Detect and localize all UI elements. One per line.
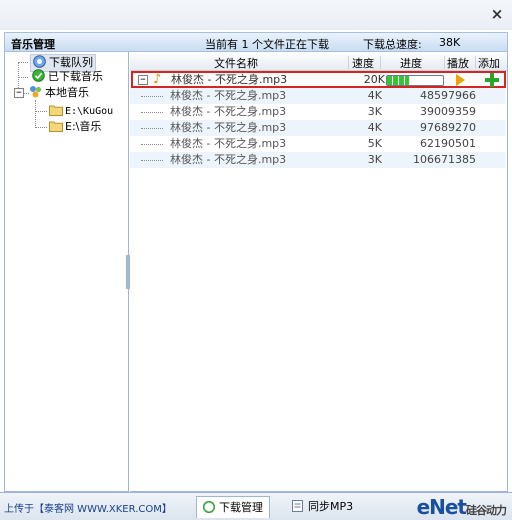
source-progress: 48597966 [420, 89, 476, 102]
source-row[interactable]: 林俊杰 - 不死之身.mp3 3K 106671385 [130, 152, 505, 168]
collapse-toggle[interactable]: − [14, 88, 24, 98]
source-speed: 3K [367, 105, 382, 118]
sidebar-item-kugou-folder[interactable]: E:\KuGou [49, 103, 113, 119]
play-icon[interactable] [456, 74, 465, 86]
column-filename[interactable]: 文件名称 [214, 55, 258, 71]
download-list: 文件名称 速度 进度 播放 添加 − ♪ 林俊杰 - 不死之身.mp3 20K … [130, 52, 508, 492]
collapse-toggle[interactable]: − [138, 75, 148, 85]
column-header: 文件名称 速度 进度 播放 添加 [130, 54, 507, 71]
tab-label: 同步MP3 [308, 500, 354, 513]
source-filename: 林俊杰 - 不死之身.mp3 [170, 89, 287, 102]
bottom-bar: 上传于【泰客网 WWW.XKER.COM】 下载管理 同步MP3 eNet硅谷动… [0, 492, 512, 520]
sidebar-item-label: 本地音乐 [45, 86, 89, 99]
source-speed: 5K [367, 137, 382, 150]
source-progress: 97689270 [420, 121, 476, 134]
source-row[interactable]: 林俊杰 - 不死之身.mp3 4K 48597966 [130, 88, 505, 104]
title-bar: × [0, 0, 512, 30]
sync-mp3-icon [292, 498, 304, 512]
brand-logo: eNet硅谷动力 [416, 495, 507, 519]
sidebar-tree: − 下载队列 已下载音乐 本地音乐 E:\KuGou E:\音乐 [4, 52, 129, 492]
sidebar-item-label: E:\KuGou [65, 106, 114, 117]
source-progress: 39009359 [420, 105, 476, 118]
local-music-icon [29, 85, 42, 98]
task-speed: 20K [363, 73, 385, 86]
download-status-text: 当前有 1 个文件正在下载 [205, 38, 329, 51]
source-progress: 62190501 [420, 137, 476, 150]
source-progress: 106671385 [413, 153, 476, 166]
source-filename: 林俊杰 - 不死之身.mp3 [170, 105, 287, 118]
close-icon[interactable]: × [489, 6, 505, 22]
source-row[interactable]: 林俊杰 - 不死之身.mp3 4K 97689270 [130, 120, 505, 136]
add-icon[interactable] [485, 73, 499, 87]
source-row[interactable]: 林俊杰 - 不死之身.mp3 5K 62190501 [130, 136, 505, 152]
source-filename: 林俊杰 - 不死之身.mp3 [170, 153, 287, 166]
sidebar-item-music-folder[interactable]: E:\音乐 [49, 119, 101, 135]
checkmark-icon [32, 69, 45, 82]
tab-sync-mp3[interactable]: 同步MP3 [286, 496, 359, 517]
music-note-icon: ♪ [153, 72, 162, 87]
source-speed: 4K [367, 89, 382, 102]
folder-icon [49, 120, 63, 133]
download-manager-icon [202, 499, 216, 514]
source-filename: 林俊杰 - 不死之身.mp3 [170, 137, 287, 150]
sidebar-item-label: E:\音乐 [65, 120, 102, 133]
sidebar-item-downloaded-music[interactable]: 已下载音乐 [32, 69, 103, 85]
header-bar: 音乐管理 当前有 1 个文件正在下载 下载总速度: 38K [4, 32, 508, 52]
sidebar-item-local-music[interactable]: 本地音乐 [29, 85, 89, 101]
upload-caption: 上传于【泰客网 WWW.XKER.COM】 [4, 504, 172, 515]
progress-fill [387, 76, 410, 85]
folder-icon [49, 104, 63, 117]
column-add[interactable]: 添加 [478, 55, 500, 71]
tab-label: 下载管理 [219, 501, 263, 514]
total-speed-label: 下载总速度: [363, 38, 422, 51]
panel-title: 音乐管理 [11, 38, 55, 51]
source-speed: 3K [367, 153, 382, 166]
total-speed-value: 38K [439, 36, 461, 49]
download-queue-icon [33, 55, 46, 68]
column-progress[interactable]: 进度 [400, 55, 422, 71]
source-row[interactable]: 林俊杰 - 不死之身.mp3 3K 39009359 [130, 104, 505, 120]
source-speed: 4K [367, 121, 382, 134]
download-task-row[interactable]: − ♪ 林俊杰 - 不死之身.mp3 20K [131, 71, 506, 88]
tab-download-manager[interactable]: 下载管理 [196, 496, 270, 518]
column-play[interactable]: 播放 [447, 55, 469, 71]
sidebar-item-label: 下载队列 [49, 56, 93, 69]
task-progress-bar [386, 75, 444, 86]
source-filename: 林俊杰 - 不死之身.mp3 [170, 121, 287, 134]
column-speed[interactable]: 速度 [352, 55, 374, 71]
task-filename: 林俊杰 - 不死之身.mp3 [171, 73, 288, 86]
sidebar-item-label: 已下载音乐 [48, 70, 103, 83]
